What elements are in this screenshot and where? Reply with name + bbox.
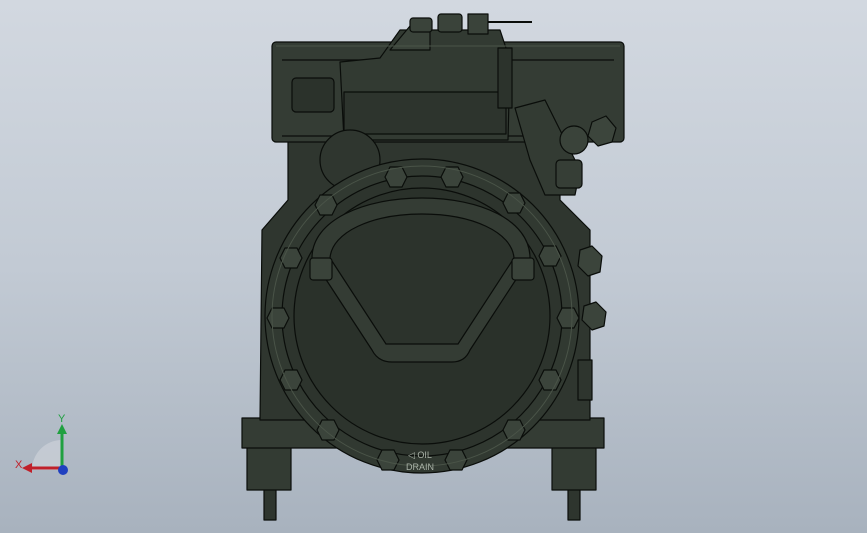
housing-boss bbox=[291, 77, 335, 113]
triad-x-label: X bbox=[15, 459, 23, 471]
side-valve-nut bbox=[559, 125, 589, 155]
axis-triad: Y X bbox=[15, 413, 68, 475]
oil-label: ◁ OIL bbox=[408, 450, 432, 460]
compressor-model[interactable]: ◁ OIL DRAIN bbox=[0, 0, 867, 533]
drain-label: DRAIN bbox=[406, 462, 434, 472]
cad-viewport[interactable]: ◁ OIL DRAIN Y X bbox=[0, 0, 867, 533]
triad-y-label: Y bbox=[58, 413, 66, 425]
triad-shadow bbox=[32, 440, 62, 470]
top-fitting bbox=[467, 13, 489, 35]
